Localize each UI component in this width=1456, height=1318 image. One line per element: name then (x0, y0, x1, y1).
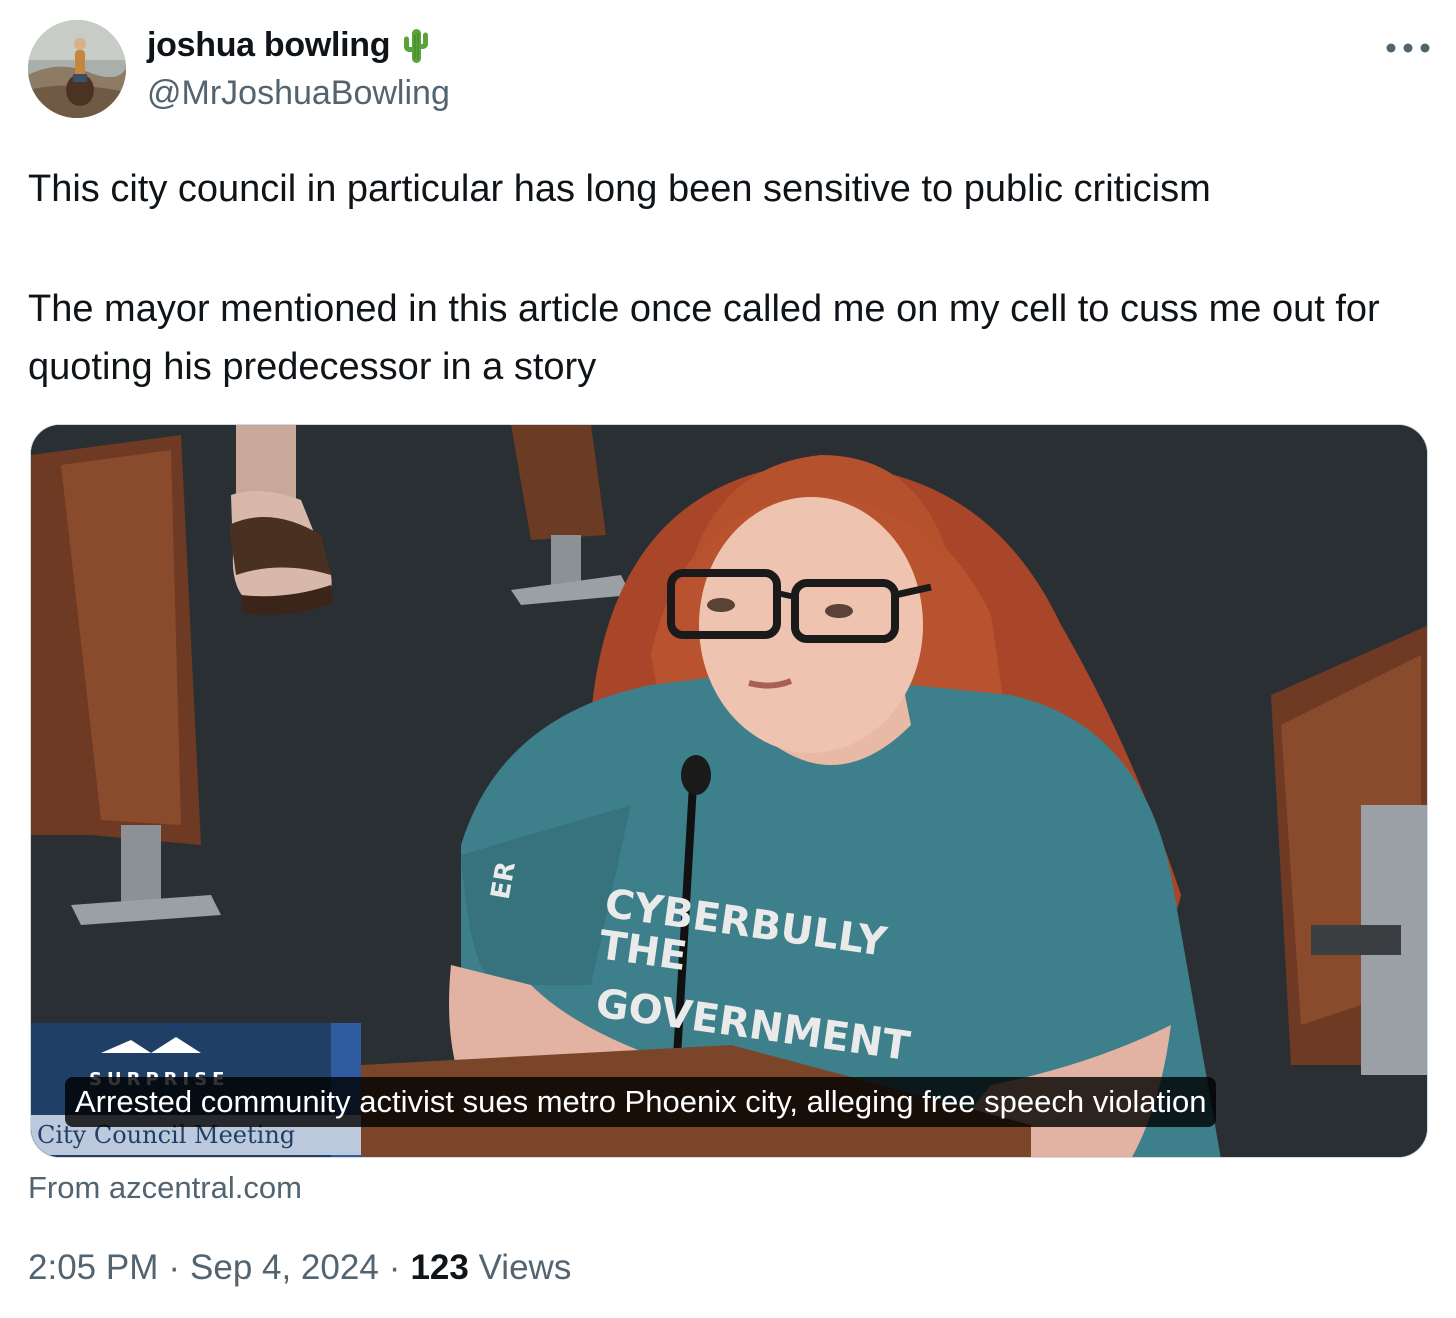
more-options-button[interactable] (1380, 30, 1436, 66)
card-source-link[interactable]: From azcentral.com (28, 1170, 302, 1206)
tweet-time[interactable]: 2:05 PM (28, 1248, 158, 1287)
avatar[interactable] (28, 20, 126, 118)
tweet-container: joshua bowling @MrJoshuaBowling This cit… (0, 0, 1456, 1318)
author-name-row[interactable]: joshua bowling (147, 22, 436, 68)
card-image: CYBERBULLY THE GOVERNMENT ER SURPRISE Ci… (31, 425, 1427, 1157)
tweet-text: This city council in particular has long… (28, 160, 1428, 396)
views-label: Views (478, 1248, 572, 1287)
views-count: 123 (410, 1248, 469, 1287)
link-card[interactable]: CYBERBULLY THE GOVERNMENT ER SURPRISE Ci… (30, 424, 1428, 1158)
tweet-date[interactable]: Sep 4, 2024 (190, 1248, 379, 1287)
tweet-meta: 2:05 PM · Sep 4, 2024 · 123 Views (28, 1248, 571, 1288)
more-dots-icon (1386, 43, 1430, 53)
tweet-paragraph-2: The mayor mentioned in this article once… (28, 288, 1380, 388)
tweet-paragraph-1: This city council in particular has long… (28, 168, 1211, 210)
avatar-image (28, 20, 126, 118)
card-caption: Arrested community activist sues metro P… (65, 1077, 1217, 1127)
cactus-icon (396, 25, 436, 65)
author-handle[interactable]: @MrJoshuaBowling (147, 74, 450, 113)
author-name[interactable]: joshua bowling (147, 26, 391, 65)
meta-separator: · (388, 1248, 401, 1287)
meta-separator: · (168, 1248, 181, 1287)
